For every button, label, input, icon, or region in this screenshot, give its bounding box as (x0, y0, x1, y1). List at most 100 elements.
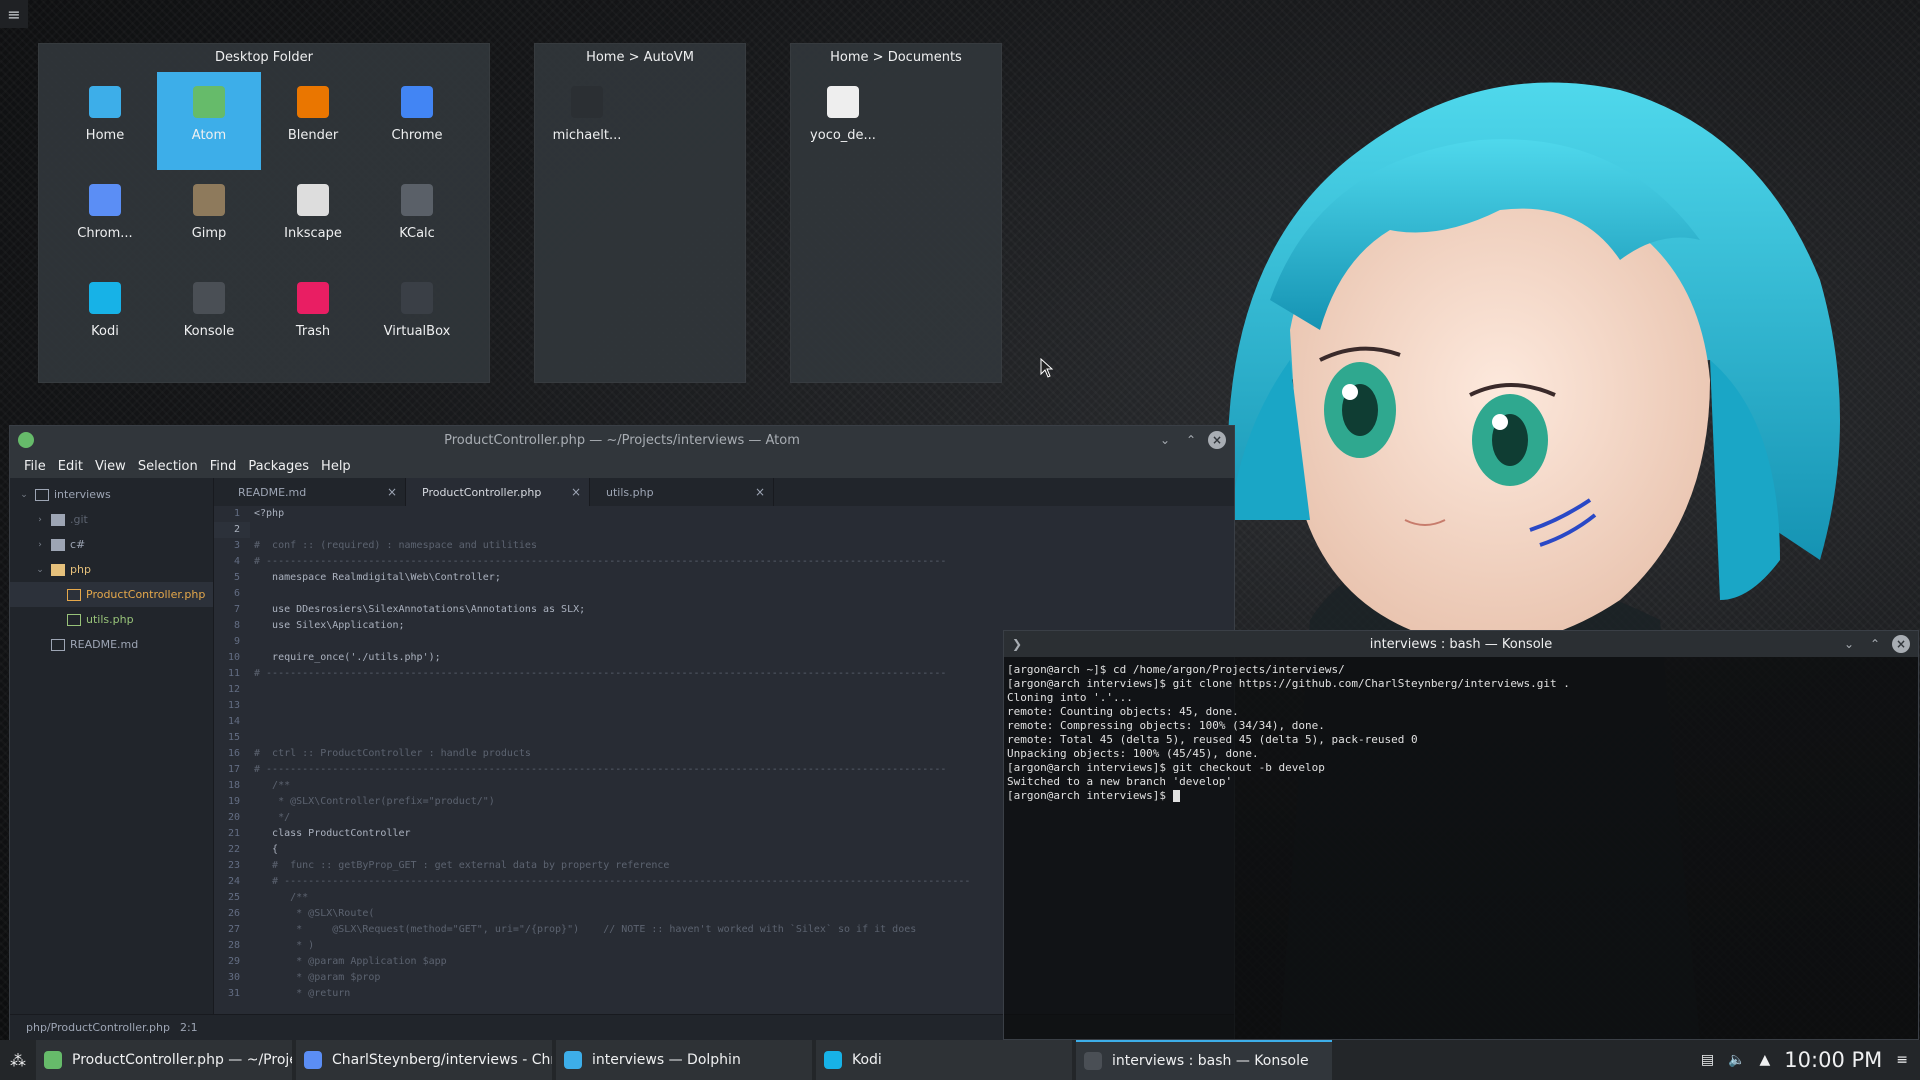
close-icon[interactable]: × (1208, 431, 1226, 449)
documents-folder-widget: Home > Documents yoco_de... (790, 43, 1002, 383)
menu-item-view[interactable]: View (89, 459, 132, 474)
tab-productcontroller-php[interactable]: ProductController.php × (406, 478, 590, 506)
terminal-line: Cloning into '.'... (1007, 691, 1915, 705)
menu-item-file[interactable]: File (18, 459, 52, 474)
tab-readme-md[interactable]: README.md × (222, 478, 406, 506)
taskbar-item[interactable]: Kodi (816, 1040, 1072, 1080)
digital-clock[interactable]: 10:00 PM (1784, 1048, 1882, 1072)
desktop-icon-label: VirtualBox (383, 324, 451, 339)
terminal-line: remote: Counting objects: 45, done. (1007, 705, 1915, 719)
desktop-icon[interactable]: Konsole (157, 268, 261, 366)
desktop-icon-label: Chrome (391, 128, 443, 143)
desktop-icon[interactable]: Chrome (365, 72, 469, 170)
folder-widget-title: Home > AutoVM (586, 50, 694, 65)
tree-item[interactable]: ⌄ interviews (10, 482, 213, 507)
tree-item[interactable]: utils.php (10, 607, 213, 632)
desktop-icon[interactable]: Kodi (53, 268, 157, 366)
maximize-icon[interactable]: ⌃ (1182, 431, 1200, 449)
launcher-icon: ⁂ (10, 1050, 26, 1070)
line-number: 6 (233, 588, 240, 599)
minimize-icon[interactable]: ⌄ (1840, 635, 1858, 653)
line-number: 10 (227, 652, 240, 663)
folder-widget-title: Desktop Folder (215, 50, 313, 65)
desktop-icon[interactable]: Home (53, 72, 157, 170)
menu-item-packages[interactable]: Packages (242, 459, 315, 474)
window-titlebar[interactable]: ❯ interviews : bash — Konsole ⌄ ⌃ × (1004, 631, 1918, 657)
desktop-icon[interactable]: Blender (261, 72, 365, 170)
menu-item-find[interactable]: Find (204, 459, 243, 474)
virtualbox-icon (401, 282, 433, 314)
tab-label: ProductController.php (422, 485, 542, 499)
close-icon[interactable]: × (387, 485, 397, 499)
document-icon (827, 86, 859, 118)
line-number: 30 (227, 972, 240, 983)
tree-item[interactable]: › c# (10, 532, 213, 557)
chromium-icon (89, 184, 121, 216)
terminal-cursor (1172, 790, 1180, 802)
desktop-icon[interactable]: VirtualBox (365, 268, 469, 366)
desktop-icon[interactable]: Inkscape (261, 170, 365, 268)
line-number: 16 (227, 748, 240, 759)
window-controls: ⌄ ⌃ × (1156, 431, 1226, 449)
close-icon[interactable]: × (755, 485, 765, 499)
desktop-icon[interactable]: Atom (157, 72, 261, 170)
menu-item-edit[interactable]: Edit (52, 459, 89, 474)
tree-item[interactable]: ⌄ php (10, 557, 213, 582)
code-line[interactable]: # conf :: (required) : namespace and uti… (254, 538, 1234, 554)
tree-item-label: ProductController.php (86, 588, 206, 601)
atom-icon (193, 86, 225, 118)
window-titlebar[interactable]: ProductController.php — ~/Projects/inter… (10, 426, 1234, 454)
terminal-output[interactable]: [argon@arch ~]$ cd /home/argon/Projects/… (1004, 657, 1918, 809)
tray-expand-icon[interactable]: ▲ (1760, 1052, 1771, 1068)
kodi-icon (89, 282, 121, 314)
close-icon[interactable]: × (1892, 635, 1910, 653)
dolphin-icon (564, 1051, 582, 1069)
status-file-path[interactable]: php/ProductController.php (26, 1021, 170, 1034)
taskbar-item-label: interviews — Dolphin (592, 1052, 741, 1068)
book-icon (51, 638, 65, 651)
tree-item-label: interviews (54, 488, 111, 501)
status-cursor-position[interactable]: 2:1 (180, 1021, 198, 1034)
terminal-line-text: remote: Total 45 (delta 5), reused 45 (d… (1007, 733, 1418, 746)
tab-utils-php[interactable]: utils.php × (590, 478, 774, 506)
tree-item[interactable]: › .git (10, 507, 213, 532)
terminal-line: Switched to a new branch 'develop' (1007, 775, 1915, 789)
desktop-icon-label: Atom (191, 128, 227, 143)
volume-icon[interactable]: 🔈 (1728, 1052, 1745, 1068)
clipboard-icon[interactable]: ▤ (1701, 1052, 1714, 1068)
code-line[interactable]: # --------------------------------------… (254, 554, 1234, 570)
close-icon[interactable]: × (571, 485, 581, 499)
desktop-icon[interactable]: KCalc (365, 170, 469, 268)
line-number: 31 (227, 988, 240, 999)
code-line[interactable] (254, 522, 1234, 538)
desktop-icon[interactable]: Trash (261, 268, 365, 366)
taskbar-item[interactable]: interviews — Dolphin (556, 1040, 812, 1080)
line-number: 13 (227, 700, 240, 711)
maximize-icon[interactable]: ⌃ (1866, 635, 1884, 653)
code-line[interactable]: use DDesrosiers\SilexAnnotations\Annotat… (254, 602, 1234, 618)
tree-item[interactable]: README.md (10, 632, 213, 657)
application-launcher[interactable]: ⁂ (0, 1040, 36, 1080)
menu-item-help[interactable]: Help (315, 459, 357, 474)
menu-item-selection[interactable]: Selection (132, 459, 204, 474)
line-number: 8 (233, 620, 240, 631)
blender-icon (297, 86, 329, 118)
desktop-icon[interactable]: Gimp (157, 170, 261, 268)
taskbar-item-label: interviews : bash — Konsole (1112, 1053, 1309, 1069)
desktop-menu-button[interactable]: ≡ (0, 0, 28, 28)
taskbar-item[interactable]: ProductController.php — ~/Projec... (36, 1040, 292, 1080)
tree-item[interactable]: ProductController.php (10, 582, 213, 607)
desktop-icon[interactable]: Chrom... (53, 170, 157, 268)
line-number: 4 (233, 556, 240, 567)
terminal-script-icon (571, 86, 603, 118)
code-line[interactable]: namespace Realmdigital\Web\Controller; (254, 570, 1234, 586)
desktop-icon[interactable]: yoco_de... (791, 72, 895, 170)
code-line[interactable]: <?php (254, 506, 1234, 522)
terminal-line-text: remote: Counting objects: 45, done. (1007, 705, 1239, 718)
desktop-icon[interactable]: michaelt... (535, 72, 639, 170)
panel-menu-icon[interactable]: ≡ (1896, 1052, 1908, 1068)
minimize-icon[interactable]: ⌄ (1156, 431, 1174, 449)
taskbar-item[interactable]: interviews : bash — Konsole (1076, 1040, 1332, 1080)
taskbar-item[interactable]: CharlSteynberg/interviews - Chro... (296, 1040, 552, 1080)
code-line[interactable] (254, 586, 1234, 602)
